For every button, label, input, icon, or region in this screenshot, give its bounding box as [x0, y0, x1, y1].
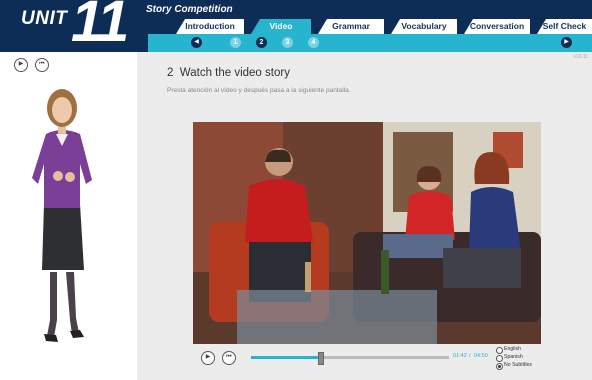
time-total: 04:50 [474, 353, 488, 359]
step-2[interactable]: 2 [256, 37, 267, 48]
step-navigation: ◀ 1 2 3 4 ▶ [148, 34, 592, 52]
tab-self-check[interactable]: Self Check [537, 19, 592, 34]
presenter-panel: ▶ ⏮ [0, 52, 137, 380]
presenter-figure [32, 89, 92, 342]
step-3[interactable]: 3 [282, 37, 293, 48]
version-label: v10.11 [573, 54, 588, 60]
unit-number: 11 [71, 0, 129, 52]
video-frame[interactable] [193, 122, 541, 344]
tab-video[interactable]: Video [251, 19, 311, 34]
progress-handle[interactable] [318, 352, 325, 365]
tab-introduction[interactable]: Introduction [176, 19, 244, 34]
unit-label: UNIT [21, 8, 68, 29]
tab-conversation[interactable]: Conversation [464, 19, 530, 34]
next-arrow-icon[interactable]: ▶ [561, 37, 572, 48]
subtitle-radio-english[interactable] [496, 347, 503, 354]
subtitle-label-english: English [504, 346, 522, 352]
section-title: Story Competition [146, 4, 233, 15]
video-scene [193, 122, 541, 344]
step-heading-text: Watch the video story [179, 67, 290, 79]
subtitle-radio-none[interactable] [496, 363, 503, 370]
header-bar: UNIT 11 Story Competition Introduction V… [0, 0, 592, 52]
progress-track[interactable] [251, 352, 449, 365]
progress-fill [251, 356, 321, 359]
time-separator: / [469, 353, 471, 359]
step-heading-number: 2 [167, 67, 174, 79]
time-current: 01:42 [453, 353, 467, 359]
player-controls: ▶ ⏮ 01:42 / 04:50 English Spanish No Sub… [193, 344, 541, 380]
step-heading: 2 Watch the video story [167, 67, 290, 79]
main-content: v10.11 2 Watch the video story Presta at… [137, 52, 592, 380]
subtitle-label-spanish: Spanish [504, 354, 523, 360]
tab-vocabulary[interactable]: Vocabulary [391, 19, 457, 34]
previous-arrow-icon[interactable]: ◀ [191, 37, 202, 48]
video-restart-icon[interactable]: ⏮ [222, 351, 236, 365]
tab-grammar[interactable]: Grammar [318, 19, 384, 34]
subtitle-label-none: No Subtitles [504, 362, 532, 368]
instruction-text: Presta atención al vídeo y después pasa … [167, 87, 351, 94]
step-1[interactable]: 1 [230, 37, 241, 48]
video-play-icon[interactable]: ▶ [201, 351, 215, 365]
subtitle-radio-spanish[interactable] [496, 355, 503, 362]
step-4[interactable]: 4 [308, 37, 319, 48]
